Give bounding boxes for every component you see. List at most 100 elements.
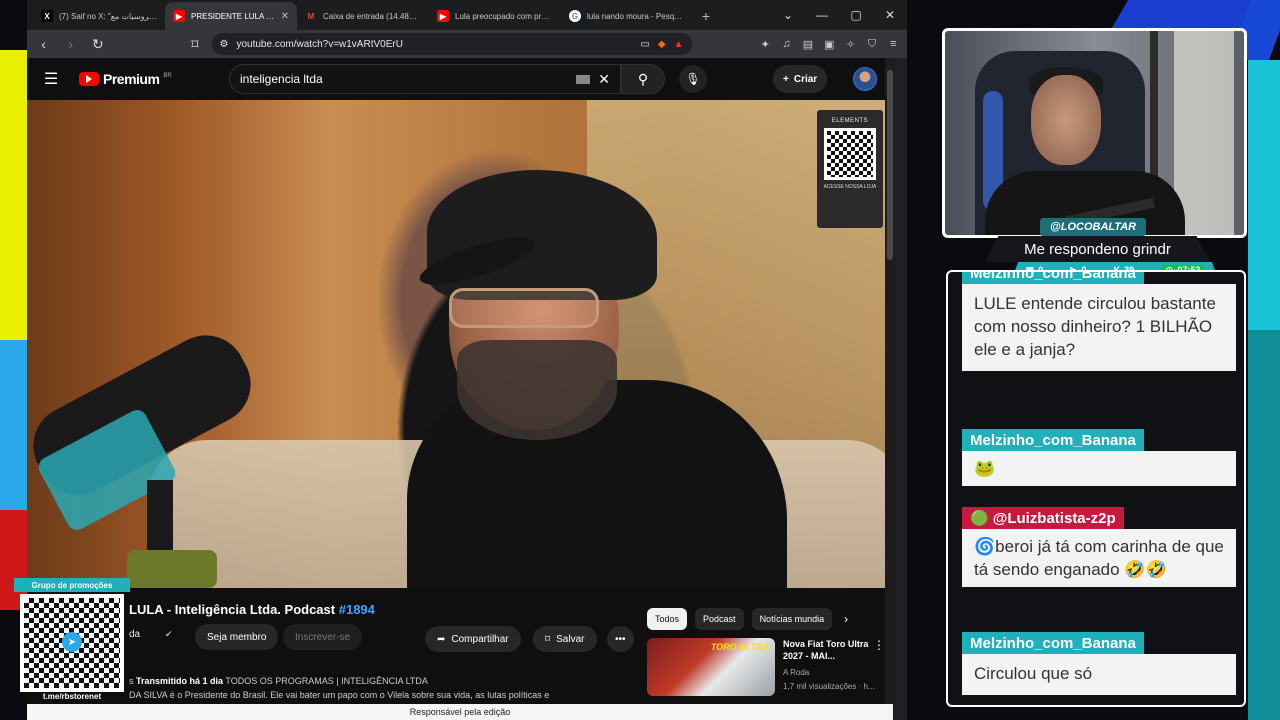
tab-search-icon[interactable]: ⌄ (771, 0, 805, 30)
youtube-logo[interactable]: Premium BR (79, 71, 172, 87)
verified-icon: ✔ (165, 629, 173, 639)
recommended-title[interactable]: Nova Fiat Toro Ultra 2027 - MAI... (783, 638, 869, 662)
video-tags[interactable]: TODOS OS PROGRAMAS | INTELIGÊNCIA LTDA (225, 676, 428, 686)
more-vertical-icon[interactable]: ⋮ (873, 638, 885, 652)
chat-message: 🟢 @Luizbatista-z2p 🌀beroi já tá com cari… (962, 507, 1236, 587)
close-window-icon[interactable]: ✕ (873, 0, 907, 30)
page-scrollbar[interactable] (885, 58, 895, 720)
chat-badge-icon: 🟢 (970, 510, 989, 527)
browser-tab[interactable]: M Caixa de entrada (14.488) - theb (297, 2, 429, 30)
chat-username: Melzinho_com_Banana (962, 272, 1144, 284)
store-qr-overlay: ELEMENTS ACESSE NOSSA LOJA (817, 110, 883, 228)
channel-name[interactable]: da (129, 629, 140, 640)
subscribe-label: Inscrever-se (295, 631, 351, 643)
brave-shield-icon[interactable]: ◆ (658, 39, 666, 50)
leo-icon[interactable]: ✧ (843, 36, 858, 52)
browser-window: X (7) Saif no X: "بطاقة الروسيات مع ▶ PR… (27, 0, 907, 720)
video-title-text: LULA - Inteligência Ltda. Podcast (129, 602, 336, 617)
chat-username: Melzinho_com_Banana (962, 632, 1144, 654)
browser-toolbar: ‹ › ↻ ⌑ ⚙ youtube.com/watch?v=w1vARtV0Er… (27, 30, 907, 58)
streamer-handle: @LOCOBALTAR (1040, 218, 1147, 236)
save-label: Salvar (556, 633, 585, 645)
recommended-views: 1,7 mil visualizações · h... (783, 682, 875, 691)
youtube-page: ☰ Premium BR inteligencia ltda ✕ ⚲ 🎙 + C… (27, 58, 895, 720)
chat-text: LULE entende circulou bastante com nosso… (962, 284, 1236, 371)
share-button[interactable]: ➦ Compartilhar (425, 626, 521, 652)
sidebar-icon[interactable]: ▤ (800, 36, 815, 52)
stream-caption: Me respondeno grindr (985, 236, 1210, 262)
search-query[interactable]: inteligencia ltda (240, 72, 576, 86)
search-input[interactable]: inteligencia ltda ✕ (229, 64, 621, 94)
minimize-icon[interactable]: — (805, 0, 839, 30)
chip-world-news[interactable]: Notícias mundia (751, 608, 833, 630)
scrollbar-thumb[interactable] (887, 70, 893, 260)
microphone-base (127, 550, 217, 588)
more-horizontal-icon: ••• (615, 633, 626, 645)
address-bar[interactable]: ⚙ youtube.com/watch?v=w1vARtV0ErU ▭ ◆ ▲ (211, 33, 692, 55)
voice-search-button[interactable]: 🎙 (679, 65, 707, 93)
video-player[interactable]: ELEMENTS ACESSE NOSSA LOJA (27, 100, 893, 588)
forward-icon[interactable]: › (60, 33, 81, 55)
backdrop-stripe (1248, 330, 1280, 720)
share-label: Compartilhar (451, 633, 509, 645)
backdrop-stripe (0, 340, 28, 510)
maximize-icon[interactable]: ▢ (839, 0, 873, 30)
bookmark-icon[interactable]: ⌑ (184, 33, 205, 55)
recommended-channel[interactable]: A Roda (783, 668, 809, 677)
chat-username: 🟢 @Luizbatista-z2p (962, 507, 1124, 529)
tab-title: Lula preocupado com prejuízo e (455, 11, 553, 21)
video-info: LULA - Inteligência Ltda. Podcast #1894 … (27, 588, 893, 720)
microphone-icon: 🎙 (685, 72, 701, 86)
chevron-right-icon[interactable]: › (844, 612, 848, 626)
status-bar: Responsável pela edição (27, 704, 893, 720)
video-description[interactable]: DA SILVA é o Presidente do Brasil. Ele v… (129, 690, 629, 700)
browser-tab[interactable]: G lula nando moura - Pesquisa Goo (561, 2, 693, 30)
site-info-icon[interactable]: ⚙ (220, 39, 229, 50)
url-text[interactable]: youtube.com/watch?v=w1vARtV0ErU (236, 39, 632, 50)
join-button[interactable]: Seja membro (195, 624, 279, 650)
back-icon[interactable]: ‹ (33, 33, 54, 55)
share-icon: ➦ (437, 633, 446, 645)
media-icon[interactable]: ♫ (779, 36, 794, 52)
browser-tab[interactable]: X (7) Saif no X: "بطاقة الروسيات مع (33, 2, 165, 30)
backdrop-stripe (0, 50, 28, 340)
chip-podcast[interactable]: Podcast (695, 608, 744, 630)
promo-qr-code: ➤ (20, 594, 124, 692)
close-tab-icon[interactable]: ✕ (281, 11, 289, 22)
reload-icon[interactable]: ↻ (87, 33, 108, 55)
clear-search-icon[interactable]: ✕ (598, 71, 610, 88)
create-button[interactable]: + Criar (773, 65, 828, 93)
promo-link: t.me/rbstorenet (42, 692, 102, 701)
qr-code-icon: ➤ (24, 598, 120, 688)
wallet-icon[interactable]: ▣ (822, 36, 837, 52)
menu-icon[interactable]: ≡ (886, 36, 901, 52)
recommended-thumbnail[interactable]: TORO ULTRA (647, 638, 775, 696)
chip-all[interactable]: Todos (647, 608, 688, 630)
hamburger-menu-icon[interactable]: ☰ (39, 67, 63, 91)
keyboard-icon[interactable] (576, 74, 591, 84)
chat-message: Melzinho_com_Banana 🐸 (962, 429, 1236, 486)
video-hashtag[interactable]: #1894 (339, 602, 375, 617)
more-actions-button[interactable]: ••• (607, 626, 634, 652)
thumbnail-label: TORO ULTRA (710, 642, 769, 652)
save-button[interactable]: ⌑ Salvar (533, 626, 597, 652)
recommended-video[interactable]: TORO ULTRA Nova Fiat Toro Ultra 2027 - M… (647, 638, 885, 698)
chat-text: 🌀beroi já tá com carinha de que tá sendo… (962, 529, 1236, 587)
browser-tab[interactable]: ▶ Lula preocupado com prejuízo e (429, 2, 561, 30)
vpn-icon[interactable]: ⛉ (864, 36, 879, 52)
subscribe-button[interactable]: Inscrever-se (283, 624, 363, 650)
chat-message: Melzinho_com_Banana LULE entende circulo… (962, 272, 1236, 371)
rewards-icon[interactable]: ▲ (674, 39, 684, 50)
extensions-icon[interactable]: ✦ (758, 36, 773, 52)
gmail-icon: M (307, 11, 315, 21)
account-avatar[interactable] (853, 67, 877, 91)
video-subject-glasses (449, 288, 599, 328)
streamer-webcam (942, 28, 1247, 238)
new-tab-button[interactable]: + (693, 2, 719, 30)
tab-bar: X (7) Saif no X: "بطاقة الروسيات مع ▶ PR… (27, 0, 907, 30)
cast-icon[interactable]: ▭ (640, 39, 649, 50)
chat-message: Melzinho_com_Banana Circulou que só (962, 632, 1236, 695)
search-button[interactable]: ⚲ (621, 64, 665, 94)
video-subject (387, 140, 787, 588)
browser-tab-active[interactable]: ▶ PRESIDENTE LULA - Inte ✕ (165, 2, 297, 30)
